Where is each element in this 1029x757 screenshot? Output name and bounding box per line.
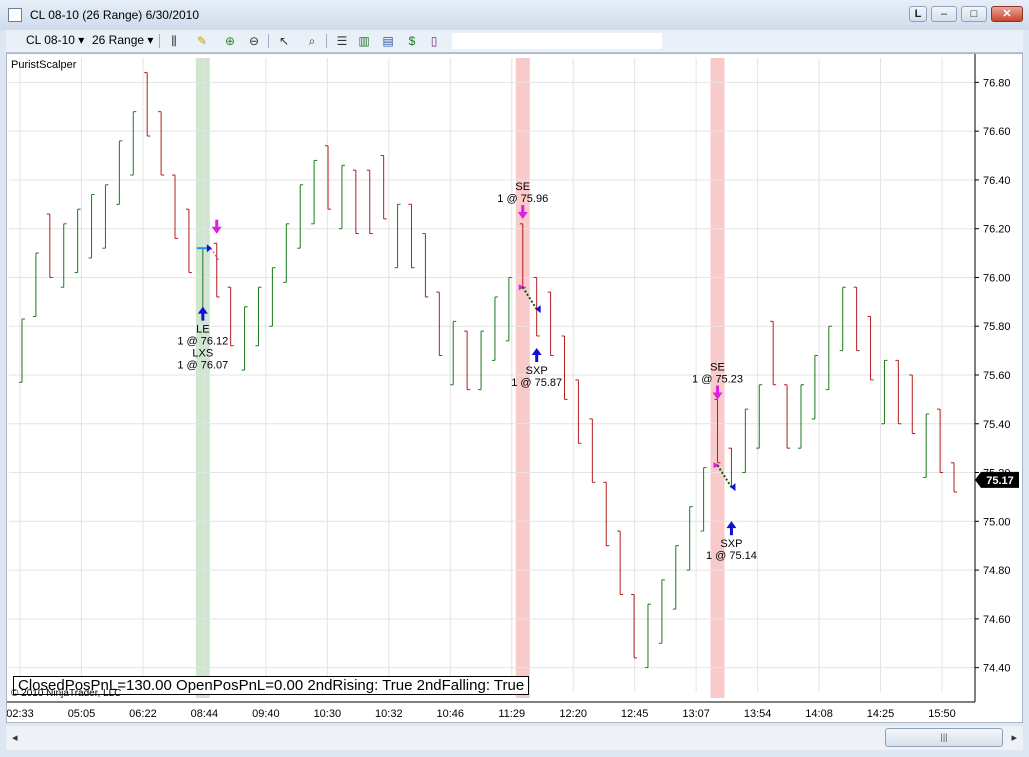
y-tick-label: 76.80	[983, 77, 1011, 89]
signal-label: 1 @ 76.12	[177, 336, 228, 348]
data-box-icon[interactable]: ▯	[426, 34, 442, 48]
strategy-label: PuristScalper	[11, 59, 77, 71]
horizontal-scrollbar[interactable]: ◂ ||| ▸	[6, 726, 1023, 750]
y-tick-label: 76.60	[983, 126, 1011, 138]
period-label: 26 Range	[92, 33, 145, 47]
toolbar-separator	[159, 34, 160, 48]
dollar-icon[interactable]: $	[404, 34, 420, 48]
signal-label: LE	[196, 324, 209, 336]
short-entry-arrow-icon	[211, 226, 222, 234]
copyright-label: © 2010 NinjaTrader, LLC	[11, 688, 122, 699]
drawing-tool-icon[interactable]: ✎	[194, 34, 210, 48]
chart-panel[interactable]: 02:33 05:05 06:22 08:44 09:40 10:30 10:32 10:46…	[6, 53, 1023, 723]
link-button[interactable]: L	[909, 6, 927, 22]
y-tick-label: 76.20	[983, 224, 1011, 236]
x-tick-label: 06:22	[129, 708, 157, 720]
price-chart[interactable]: 02:33 05:05 06:22 08:44 09:40 10:30 10:32 10:46…	[7, 54, 1022, 722]
y-tick-label: 74.60	[983, 614, 1011, 626]
properties-icon[interactable]: ☰	[334, 34, 350, 48]
x-tick-label: 09:40	[252, 708, 280, 720]
chart-toolbar: CL 08-10 ▾ 26 Range ▾ ⫼ ✎ ⊕ ⊖ ↖ ⌕ ☰ ▥ ▤ …	[6, 30, 1023, 53]
x-tick-label: 05:05	[68, 708, 96, 720]
chart-app-icon	[8, 8, 22, 22]
signal-label: 1 @ 75.96	[497, 193, 548, 205]
zoom-in-icon[interactable]: ⊕	[222, 34, 238, 48]
short-entry-arrow-icon	[215, 219, 219, 228]
scroll-thumb[interactable]: |||	[885, 728, 1003, 747]
magnifier-icon[interactable]: ⌕	[304, 34, 320, 48]
signal-label: SXP	[720, 538, 742, 550]
toolbar-separator	[268, 34, 269, 48]
y-tick-label: 75.60	[983, 370, 1011, 382]
long-trade-highlight	[195, 58, 210, 698]
x-tick-label: 12:20	[559, 708, 587, 720]
signal-label: SE	[515, 181, 530, 193]
signal-label: 1 @ 75.87	[511, 377, 562, 389]
instrument-label: CL 08-10	[26, 33, 75, 47]
x-tick-label: 10:30	[314, 708, 342, 720]
exit-arrow-icon	[726, 521, 737, 529]
short-entry-arrow-icon	[716, 385, 720, 394]
x-tick-label: 15:50	[928, 708, 956, 720]
exit-arrow-icon	[535, 354, 539, 363]
exit-arrow-icon	[201, 312, 205, 321]
short-entry-arrow-icon	[521, 205, 525, 214]
x-tick-label: 10:32	[375, 708, 403, 720]
scroll-right-icon[interactable]: ▸	[1011, 731, 1017, 744]
x-tick-label: 14:25	[867, 708, 895, 720]
last-price-label: 75.17	[986, 475, 1014, 487]
period-selector[interactable]: 26 Range ▾	[92, 33, 153, 47]
y-tick-label: 75.40	[983, 419, 1011, 431]
instrument-selector[interactable]: CL 08-10 ▾	[26, 33, 84, 47]
x-tick-label: 13:07	[682, 708, 710, 720]
toolbar-blank-area	[452, 33, 662, 49]
y-tick-label: 75.80	[983, 321, 1011, 333]
signal-label: 1 @ 76.07	[177, 360, 228, 372]
signal-label: 1 @ 75.23	[692, 374, 743, 386]
y-tick-label: 74.80	[983, 565, 1011, 577]
zoom-out-icon[interactable]: ⊖	[246, 34, 262, 48]
signal-label: LXS	[192, 348, 213, 360]
bar-style-icon[interactable]: ⫼	[166, 34, 182, 48]
pointer-icon[interactable]: ↖	[276, 34, 292, 48]
exit-arrow-icon	[531, 348, 542, 356]
x-tick-label: 13:54	[744, 708, 772, 720]
window-controls: L – □ ✕	[909, 6, 1023, 22]
maximize-button[interactable]: □	[961, 6, 987, 22]
indicators-icon[interactable]: ▥	[356, 34, 372, 48]
title-bar: CL 08-10 (26 Range) 6/30/2010 L – □ ✕	[0, 0, 1029, 30]
y-tick-label: 75.00	[983, 516, 1011, 528]
x-tick-label: 02:33	[7, 708, 34, 720]
toolbar-separator	[326, 34, 327, 48]
close-button[interactable]: ✕	[991, 6, 1023, 22]
x-tick-label: 14:08	[805, 708, 833, 720]
x-tick-label: 11:29	[498, 708, 525, 720]
trade-line	[210, 247, 220, 261]
signal-label: 1 @ 75.14	[706, 550, 757, 562]
signal-label: SE	[710, 362, 725, 374]
scroll-left-icon[interactable]: ◂	[12, 731, 18, 744]
x-tick-label: 10:46	[437, 708, 465, 720]
x-tick-label: 12:45	[621, 708, 649, 720]
x-tick-label: 08:44	[191, 708, 219, 720]
y-tick-label: 74.40	[983, 663, 1011, 675]
y-tick-label: 76.00	[983, 272, 1011, 284]
strategies-icon[interactable]: ▤	[380, 34, 396, 48]
signal-label: SXP	[526, 365, 548, 377]
window-title: CL 08-10 (26 Range) 6/30/2010	[30, 8, 200, 22]
y-tick-label: 76.40	[983, 175, 1011, 187]
exit-arrow-icon	[729, 527, 733, 536]
minimize-button[interactable]: –	[931, 6, 957, 22]
